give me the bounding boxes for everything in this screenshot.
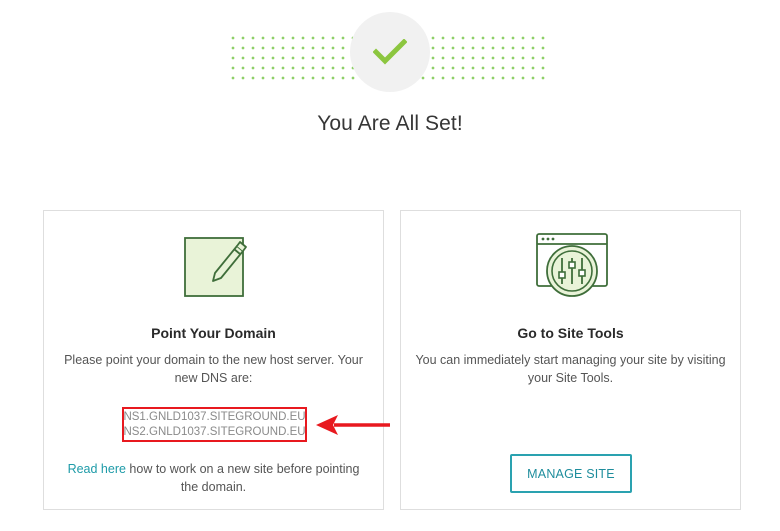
red-arrow-left-icon xyxy=(316,415,390,435)
page-title: You Are All Set! xyxy=(317,112,463,135)
success-badge xyxy=(350,12,430,92)
card-title: Go to Site Tools xyxy=(517,325,624,341)
point-domain-card: Point Your Domain Please point your doma… xyxy=(43,210,384,510)
dns-server-2: NS2.GNLD1037.SITEGROUND.EU xyxy=(123,425,306,438)
site-tools-icon xyxy=(536,233,608,297)
card-description: Please point your domain to the new host… xyxy=(64,353,363,385)
manage-site-button[interactable]: MANAGE SITE xyxy=(510,454,632,493)
card-title: Point Your Domain xyxy=(151,325,276,341)
dns-server-1: NS1.GNLD1037.SITEGROUND.EU xyxy=(123,410,306,423)
edit-note-icon xyxy=(184,237,247,297)
card-description: You can immediately start managing your … xyxy=(415,353,726,385)
site-tools-card: Go to Site Tools You can immediately sta… xyxy=(400,210,741,510)
checkmark-icon xyxy=(373,39,407,65)
dns-highlight-box: NS1.GNLD1037.SITEGROUND.EU NS2.GNLD1037.… xyxy=(122,407,307,442)
note-text: how to work on a new site before pointin… xyxy=(125,462,360,494)
read-here-link[interactable]: Read here xyxy=(68,462,126,476)
domain-note: Read here how to work on a new site befo… xyxy=(58,460,369,496)
